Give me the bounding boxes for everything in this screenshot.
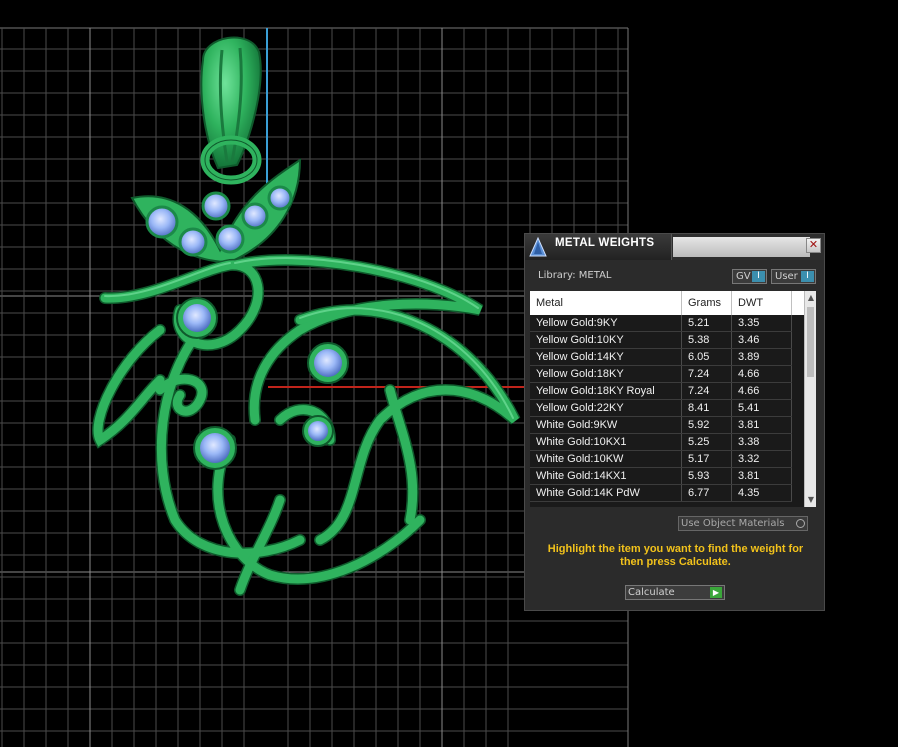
cell-grams: 5.25 [682,434,732,450]
table-row[interactable]: Yellow Gold:18KY Royal 7.24 4.66 [530,383,792,400]
instructions-text: Highlight the item you want to find the … [547,543,804,568]
cell-dwt: 3.81 [732,468,792,484]
cell-metal: Yellow Gold:10KY [530,332,682,348]
cell-metal: Yellow Gold:22KY [530,400,682,416]
cell-dwt: 4.66 [732,366,792,382]
cell-dwt: 3.38 [732,434,792,450]
pendant-model[interactable] [92,36,521,596]
column-header-grams[interactable]: Grams [682,291,732,315]
cell-metal: Yellow Gold:18KY [530,366,682,382]
weight-icon [527,236,549,258]
scroll-thumb[interactable] [807,307,814,377]
table-scrollbar[interactable]: ▲ ▼ [804,291,816,507]
cell-dwt: 4.35 [732,485,792,501]
cell-grams: 6.77 [682,485,732,501]
cell-grams: 6.05 [682,349,732,365]
cell-grams: 8.41 [682,400,732,416]
cell-metal: White Gold:14KX1 [530,468,682,484]
table-row[interactable]: Yellow Gold:9KY 5.21 3.35 [530,315,792,332]
table-row[interactable]: White Gold:14KX1 5.93 3.81 [530,468,792,485]
cell-grams: 7.24 [682,383,732,399]
panel-titlebar[interactable]: METAL WEIGHTS ✕ [525,234,824,260]
table-row[interactable]: Yellow Gold:22KY 8.41 5.41 [530,400,792,417]
table-row[interactable]: White Gold:10KX1 5.25 3.38 [530,434,792,451]
calculate-button[interactable]: Calculate ▶ [625,585,725,600]
cell-metal: Yellow Gold:18KY Royal [530,383,682,399]
scroll-down-icon[interactable]: ▼ [806,494,816,506]
cell-metal: White Gold:14K PdW [530,485,682,501]
cell-grams: 5.17 [682,451,732,467]
cell-metal: Yellow Gold:14KY [530,349,682,365]
cell-metal: Yellow Gold:9KY [530,315,682,331]
table-row[interactable]: White Gold:9KW 5.92 3.81 [530,417,792,434]
panel-title: METAL WEIGHTS [555,237,655,249]
cell-grams: 5.21 [682,315,732,331]
cell-dwt: 3.46 [732,332,792,348]
table-row[interactable]: Yellow Gold:14KY 6.05 3.89 [530,349,792,366]
user-toggle-knob: I [801,271,814,282]
user-toggle[interactable]: User I [771,269,816,284]
metal-weights-panel: METAL WEIGHTS ✕ Library: METAL GV I User… [524,233,825,611]
column-header-dwt[interactable]: DWT [732,291,792,315]
cell-metal: White Gold:10KX1 [530,434,682,450]
gv-toggle[interactable]: GV I [732,269,767,284]
cell-metal: White Gold:10KW [530,451,682,467]
table-header: Metal Grams DWT [530,291,816,315]
cell-grams: 7.24 [682,366,732,382]
scroll-up-icon[interactable]: ▲ [806,292,816,304]
table-row[interactable]: White Gold:10KW 5.17 3.32 [530,451,792,468]
cell-dwt: 3.81 [732,417,792,433]
cell-grams: 5.93 [682,468,732,484]
cell-dwt: 4.66 [732,383,792,399]
gv-toggle-knob: I [752,271,765,282]
radio-icon [796,519,805,528]
table-row[interactable]: Yellow Gold:18KY 7.24 4.66 [530,366,792,383]
cell-dwt: 3.89 [732,349,792,365]
close-button[interactable]: ✕ [806,238,821,253]
cell-dwt: 5.41 [732,400,792,416]
table-row[interactable]: Yellow Gold:10KY 5.38 3.46 [530,332,792,349]
play-icon: ▶ [710,587,722,598]
cell-grams: 5.92 [682,417,732,433]
table-row[interactable]: White Gold:14K PdW 6.77 4.35 [530,485,792,502]
cell-dwt: 3.35 [732,315,792,331]
cell-dwt: 3.32 [732,451,792,467]
cell-grams: 5.38 [682,332,732,348]
cell-metal: White Gold:9KW [530,417,682,433]
library-label: Library: METAL [538,270,612,281]
use-object-materials-button[interactable]: Use Object Materials [678,516,808,531]
column-header-metal[interactable]: Metal [530,291,682,315]
metal-table[interactable]: Metal Grams DWT Yellow Gold:9KY 5.21 3.35 Y… [530,291,816,507]
